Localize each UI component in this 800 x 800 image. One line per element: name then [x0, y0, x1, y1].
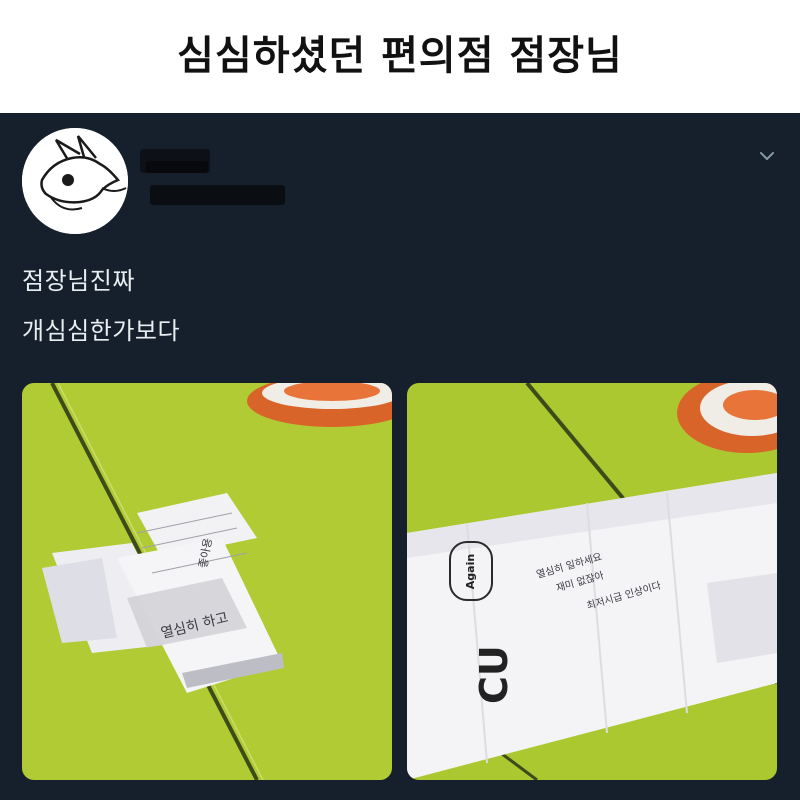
tweet-photo-left[interactable]: 좋아용 열심히 하고: [22, 383, 392, 780]
cu-logo-text: CU: [472, 645, 516, 704]
avatar[interactable]: [22, 128, 128, 234]
chevron-down-icon: [760, 152, 774, 160]
cu-logo: CU: [450, 645, 530, 704]
tweet-menu-button[interactable]: [756, 145, 778, 167]
avatar-drawing-icon: [22, 128, 128, 234]
cu-logo-bubble-text: Again: [464, 553, 478, 589]
tweet-text-line-1: 점장님진짜: [22, 267, 135, 295]
author-name-redacted-block: [146, 161, 208, 173]
headline-banner: 심심하셨던 편의점 점장님: [0, 0, 800, 113]
headline-title: 심심하셨던 편의점 점장님: [177, 32, 623, 79]
tweet-photo-right[interactable]: CU Again 열심히 일하세요 재미 없잖아 최저시급 인상이다: [407, 383, 777, 780]
tweet-card: 점장님진짜 개심심한가보다 좋아용 열심히 하고 CU Again 열심히 일하…: [0, 113, 800, 800]
folded-receipt-photo: [22, 383, 392, 780]
tweet-text-line-2: 개심심한가보다: [22, 317, 181, 345]
author-handle-redacted: [150, 185, 285, 205]
cu-logo-bubble: Again: [449, 541, 493, 601]
